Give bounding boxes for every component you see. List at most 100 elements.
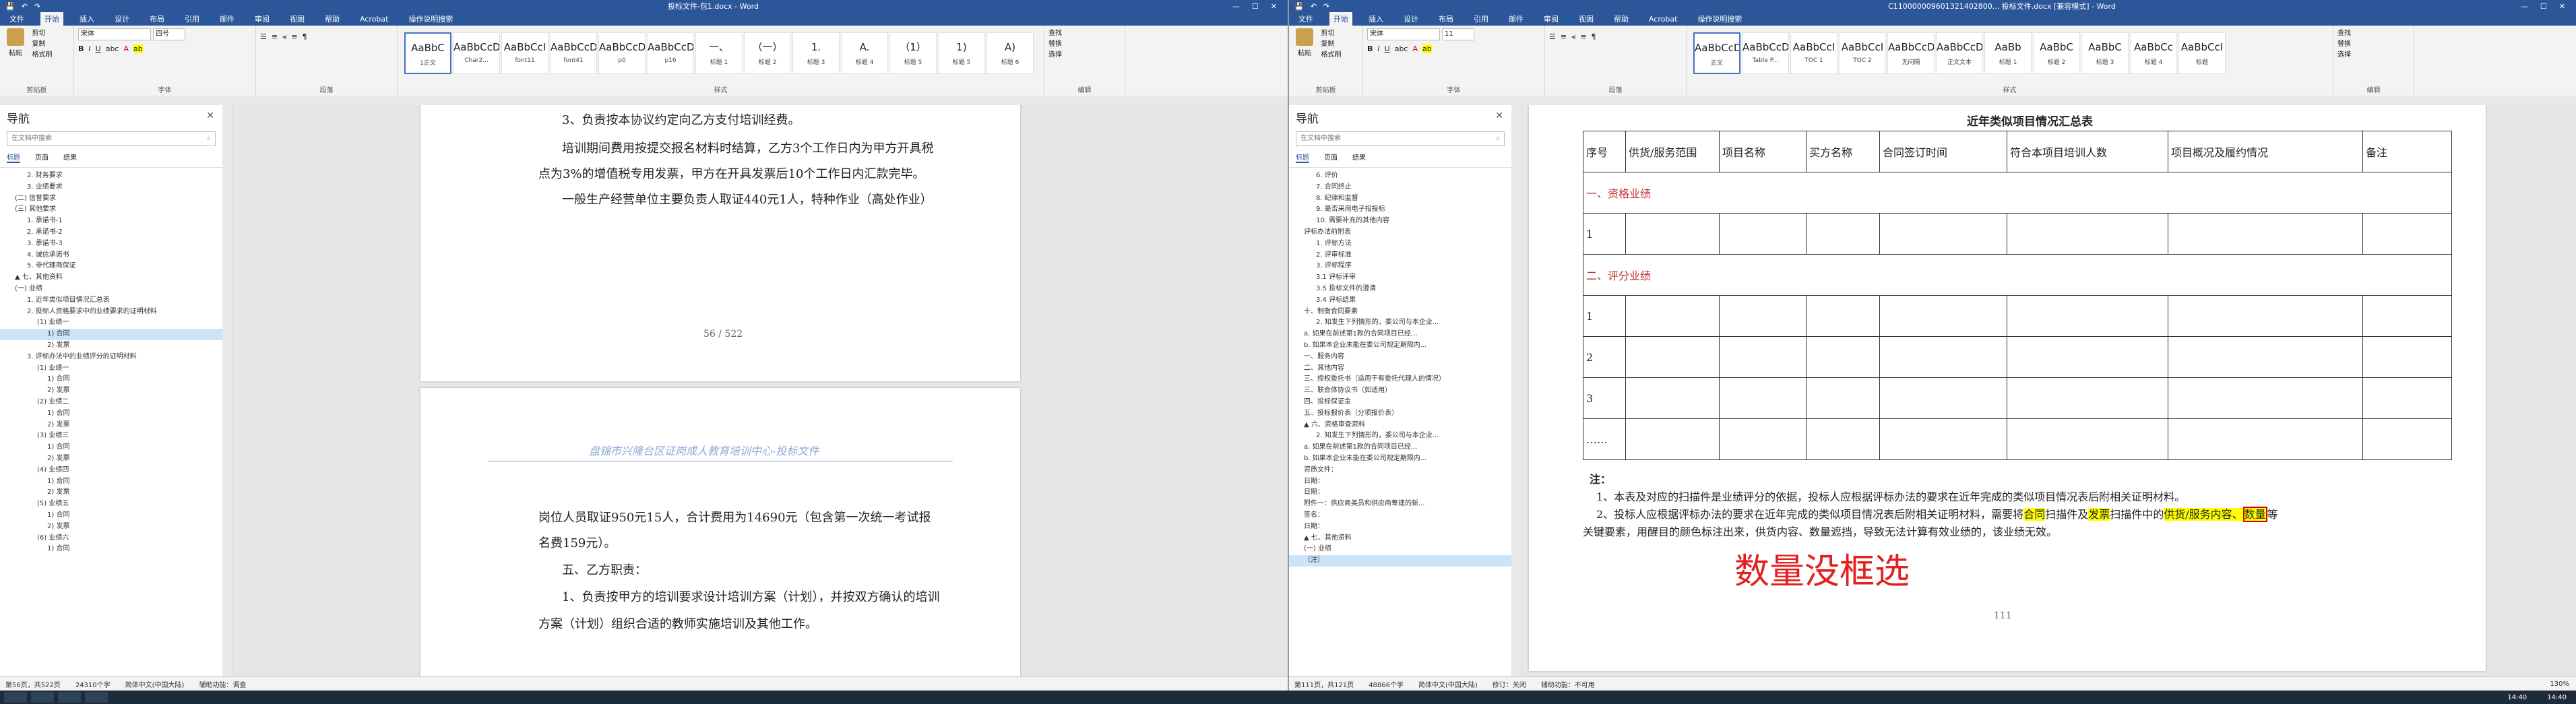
format-painter-button[interactable]: 格式刷 (32, 50, 53, 61)
nav-heading-item[interactable]: 三、联合体协议书（如适用） (1289, 385, 1511, 397)
nav-heading-item[interactable]: 9. 是否采用电子招投标 (1289, 204, 1511, 216)
tab-mailings[interactable]: 邮件 (1505, 12, 1528, 26)
nav-heading-item[interactable]: (4) 业绩四 (0, 465, 222, 476)
tab-references[interactable]: 引用 (1470, 12, 1493, 26)
nav-heading-item[interactable]: 3. 业绩要求 (0, 182, 222, 193)
nav-heading-item[interactable]: 2) 发票 (0, 385, 222, 397)
highlight-button[interactable]: ab (133, 44, 143, 53)
nav-heading-item[interactable]: 2. 财务要求 (0, 170, 222, 182)
nav-heading-item[interactable]: ▲ 七、其他资料 (1289, 533, 1511, 544)
close-icon[interactable]: ✕ (2559, 2, 2565, 11)
tab-acrobat[interactable]: Acrobat (356, 13, 392, 25)
tab-view[interactable]: 视图 (1575, 12, 1598, 26)
accessibility[interactable]: 辅助功能：不可用 (1541, 679, 1595, 689)
cut-button[interactable]: 剪切 (32, 28, 53, 39)
style-gallery-item[interactable]: AaBbCcDc p16 (647, 32, 694, 74)
language[interactable]: 简体中文(中国大陆) (125, 679, 185, 689)
redo-icon[interactable]: ↷ (1323, 2, 1329, 11)
nav-heading-item[interactable]: 十、制衡合同要素 (1289, 307, 1511, 318)
nav-heading-item[interactable]: 2) 发票 (0, 340, 222, 352)
nav-heading-item[interactable]: b. 如果本企业未能在委公司规定期限内... (1289, 453, 1511, 465)
style-gallery-item[interactable]: A) 标题 6 (986, 32, 1034, 74)
nav-heading-item[interactable]: 3.5 投标文件的澄清 (1289, 284, 1511, 295)
nav-heading-item[interactable]: 2) 发票 (0, 420, 222, 431)
close-icon[interactable]: ✕ (1495, 110, 1503, 121)
nav-heading-item[interactable]: (二) 信誉要求 (0, 193, 222, 205)
redo-icon[interactable]: ↷ (34, 2, 40, 11)
style-gallery-item[interactable]: AaBbCcI TOC 2 (1839, 32, 1886, 74)
format-painter-button[interactable]: 格式刷 (1321, 50, 1342, 61)
nav-heading-item[interactable]: (三) 其他要求 (0, 204, 222, 216)
style-gallery-item[interactable]: AaBbCcDc 正文文本 (1936, 32, 1983, 74)
strikethrough-button[interactable]: abc (1395, 44, 1408, 53)
font-size-select[interactable]: 11 (1442, 28, 1474, 40)
style-gallery-item[interactable]: AaBbC 标题 2 (2033, 32, 2080, 74)
italic-button[interactable]: I (88, 44, 90, 53)
paste-button[interactable]: 粘贴 (4, 28, 27, 57)
bullets-icon[interactable]: ☰ (1549, 32, 1556, 42)
highlight-button[interactable]: ab (1422, 44, 1432, 53)
nav-heading-item[interactable]: 2. 投标人资格要求中的业绩要求的证明材料 (0, 307, 222, 318)
nav-heading-item[interactable]: (1) 业绩一 (0, 317, 222, 329)
tab-design[interactable]: 设计 (1400, 12, 1422, 26)
style-gallery-item[interactable]: AaBbC 标题 3 (2081, 32, 2129, 74)
cut-button[interactable]: 剪切 (1321, 28, 1342, 39)
nav-heading-item[interactable]: 4. 诚信承诺书 (0, 250, 222, 261)
style-gallery-item[interactable]: AaBbCcDc Table P... (1742, 32, 1789, 74)
tab-layout[interactable]: 布局 (146, 12, 168, 26)
nav-heading-item[interactable]: (一) 业绩 (1289, 544, 1511, 555)
word-count[interactable]: 24310个字 (75, 679, 111, 689)
style-gallery-item[interactable]: AaBbCcI font11 (501, 32, 548, 74)
taskbar-app[interactable] (31, 692, 54, 703)
numbering-icon[interactable]: ≡ (1561, 32, 1567, 42)
italic-button[interactable]: I (1377, 44, 1379, 53)
tab-home[interactable]: 开始 (1329, 12, 1352, 26)
nav-search-input[interactable]: 在文档中搜索 ⌕ (7, 131, 216, 146)
nav-heading-item[interactable]: 2. 评审标准 (1289, 250, 1511, 261)
nav-heading-item[interactable]: 五、投标报价表（分项报价表） (1289, 408, 1511, 420)
style-gallery-item[interactable]: AaBbCcDc p0 (598, 32, 646, 74)
style-gallery-item[interactable]: AaBbCcD font41 (550, 32, 597, 74)
tab-home[interactable]: 开始 (40, 12, 63, 26)
nav-heading-item[interactable]: (5) 业绩五 (0, 499, 222, 510)
copy-button[interactable]: 复制 (32, 39, 53, 50)
nav-heading-item[interactable]: 5. 非代理商保证 (0, 261, 222, 272)
nav-heading-item[interactable]: ▲ 七、其他资料 (0, 272, 222, 284)
nav-heading-item[interactable]: 2. 知发生下列情形的，委公司与本企业... (1289, 430, 1511, 442)
nav-heading-item[interactable]: 评标办法前附表 (1289, 227, 1511, 238)
tab-file[interactable]: 文件 (1294, 12, 1317, 26)
style-gallery-item[interactable]: AaBbCcI TOC 1 (1790, 32, 1837, 74)
tab-references[interactable]: 引用 (181, 12, 203, 26)
start-button[interactable] (4, 692, 27, 703)
maximize-icon[interactable]: ☐ (2540, 2, 2547, 11)
nav-heading-item[interactable]: 3. 评标办法中的业绩评分的证明材料 (0, 352, 222, 363)
tab-insert[interactable]: 插入 (1364, 12, 1387, 26)
bold-button[interactable]: B (1367, 44, 1373, 53)
style-gallery-item[interactable]: AaBbCc 标题 4 (2130, 32, 2177, 74)
style-gallery-item[interactable]: AaBbC 1正文 (404, 32, 451, 74)
nav-heading-item[interactable]: 3. 承诺书-3 (0, 238, 222, 250)
nav-heading-item[interactable]: 日期： (1289, 521, 1511, 533)
nav-heading-item[interactable]: 1) 合同 (0, 374, 222, 385)
nav-heading-item[interactable]: (1) 业绩一 (0, 363, 222, 375)
zoom-level[interactable]: 130% (2550, 680, 2569, 688)
tell-me-search[interactable]: 操作说明搜索 (1693, 12, 1746, 26)
select-button[interactable]: 选择 (2337, 50, 2410, 61)
nav-tab-pages[interactable]: 页面 (35, 152, 49, 163)
paste-button[interactable]: 粘贴 (1293, 28, 1316, 57)
track-changes[interactable]: 修订：关闭 (1493, 679, 1526, 689)
nav-heading-item[interactable]: 2. 知发生下列情形的，委公司与本企业... (1289, 317, 1511, 329)
nav-heading-item[interactable]: 四、投标保证金 (1289, 397, 1511, 408)
nav-heading-item[interactable]: 一、服务内容 (1289, 352, 1511, 363)
nav-heading-item[interactable]: 1) 合同 (0, 544, 222, 555)
bullets-icon[interactable]: ☰ (260, 32, 267, 42)
nav-heading-item[interactable]: 3.4 评标结果 (1289, 295, 1511, 307)
show-marks-icon[interactable]: ¶ (1592, 32, 1596, 42)
taskbar-app[interactable] (85, 692, 108, 703)
nav-heading-item[interactable]: （注） (1289, 555, 1511, 567)
replace-button[interactable]: 替换 (1048, 39, 1121, 50)
nav-tab-headings[interactable]: 标题 (1296, 152, 1309, 163)
style-gallery-item[interactable]: 1. 标题 3 (792, 32, 840, 74)
nav-heading-item[interactable]: 2) 发票 (0, 521, 222, 533)
nav-heading-item[interactable]: 1. 承诺书-1 (0, 216, 222, 227)
